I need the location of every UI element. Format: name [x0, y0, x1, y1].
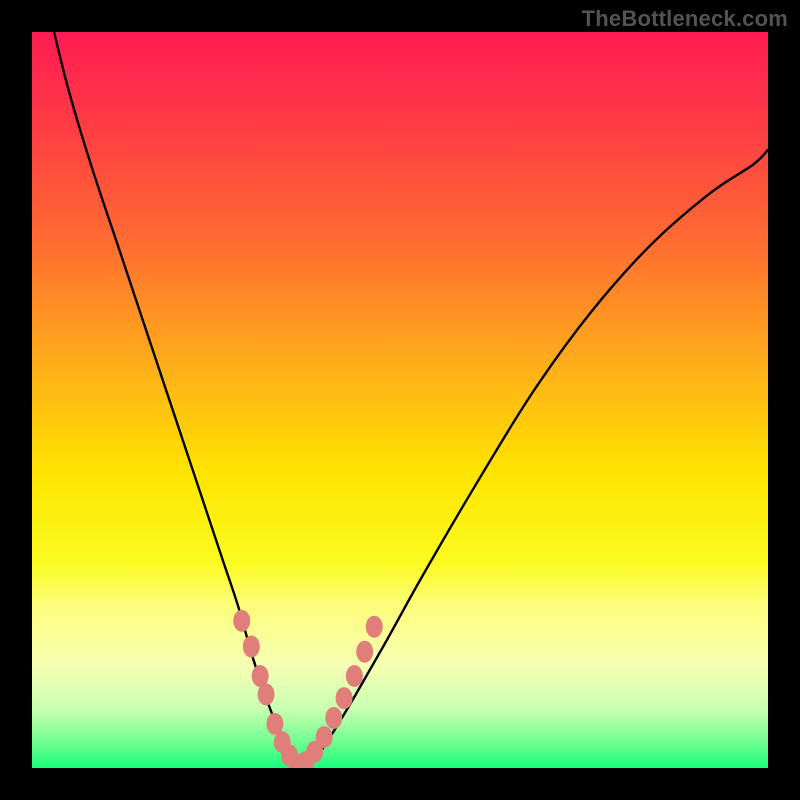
- plot-area: [32, 32, 768, 768]
- marker-dot: [316, 726, 333, 748]
- marker-dot: [325, 707, 342, 729]
- marker-dot: [356, 641, 373, 663]
- chart-svg: [32, 32, 768, 768]
- marker-dot: [243, 636, 260, 658]
- chart-frame: TheBottleneck.com: [0, 0, 800, 800]
- marker-dot: [336, 687, 353, 709]
- gradient-background: [32, 32, 768, 768]
- marker-dot: [346, 665, 363, 687]
- marker-dot: [366, 616, 383, 638]
- watermark-label: TheBottleneck.com: [582, 6, 788, 32]
- marker-dot: [258, 683, 275, 705]
- marker-dot: [233, 610, 250, 632]
